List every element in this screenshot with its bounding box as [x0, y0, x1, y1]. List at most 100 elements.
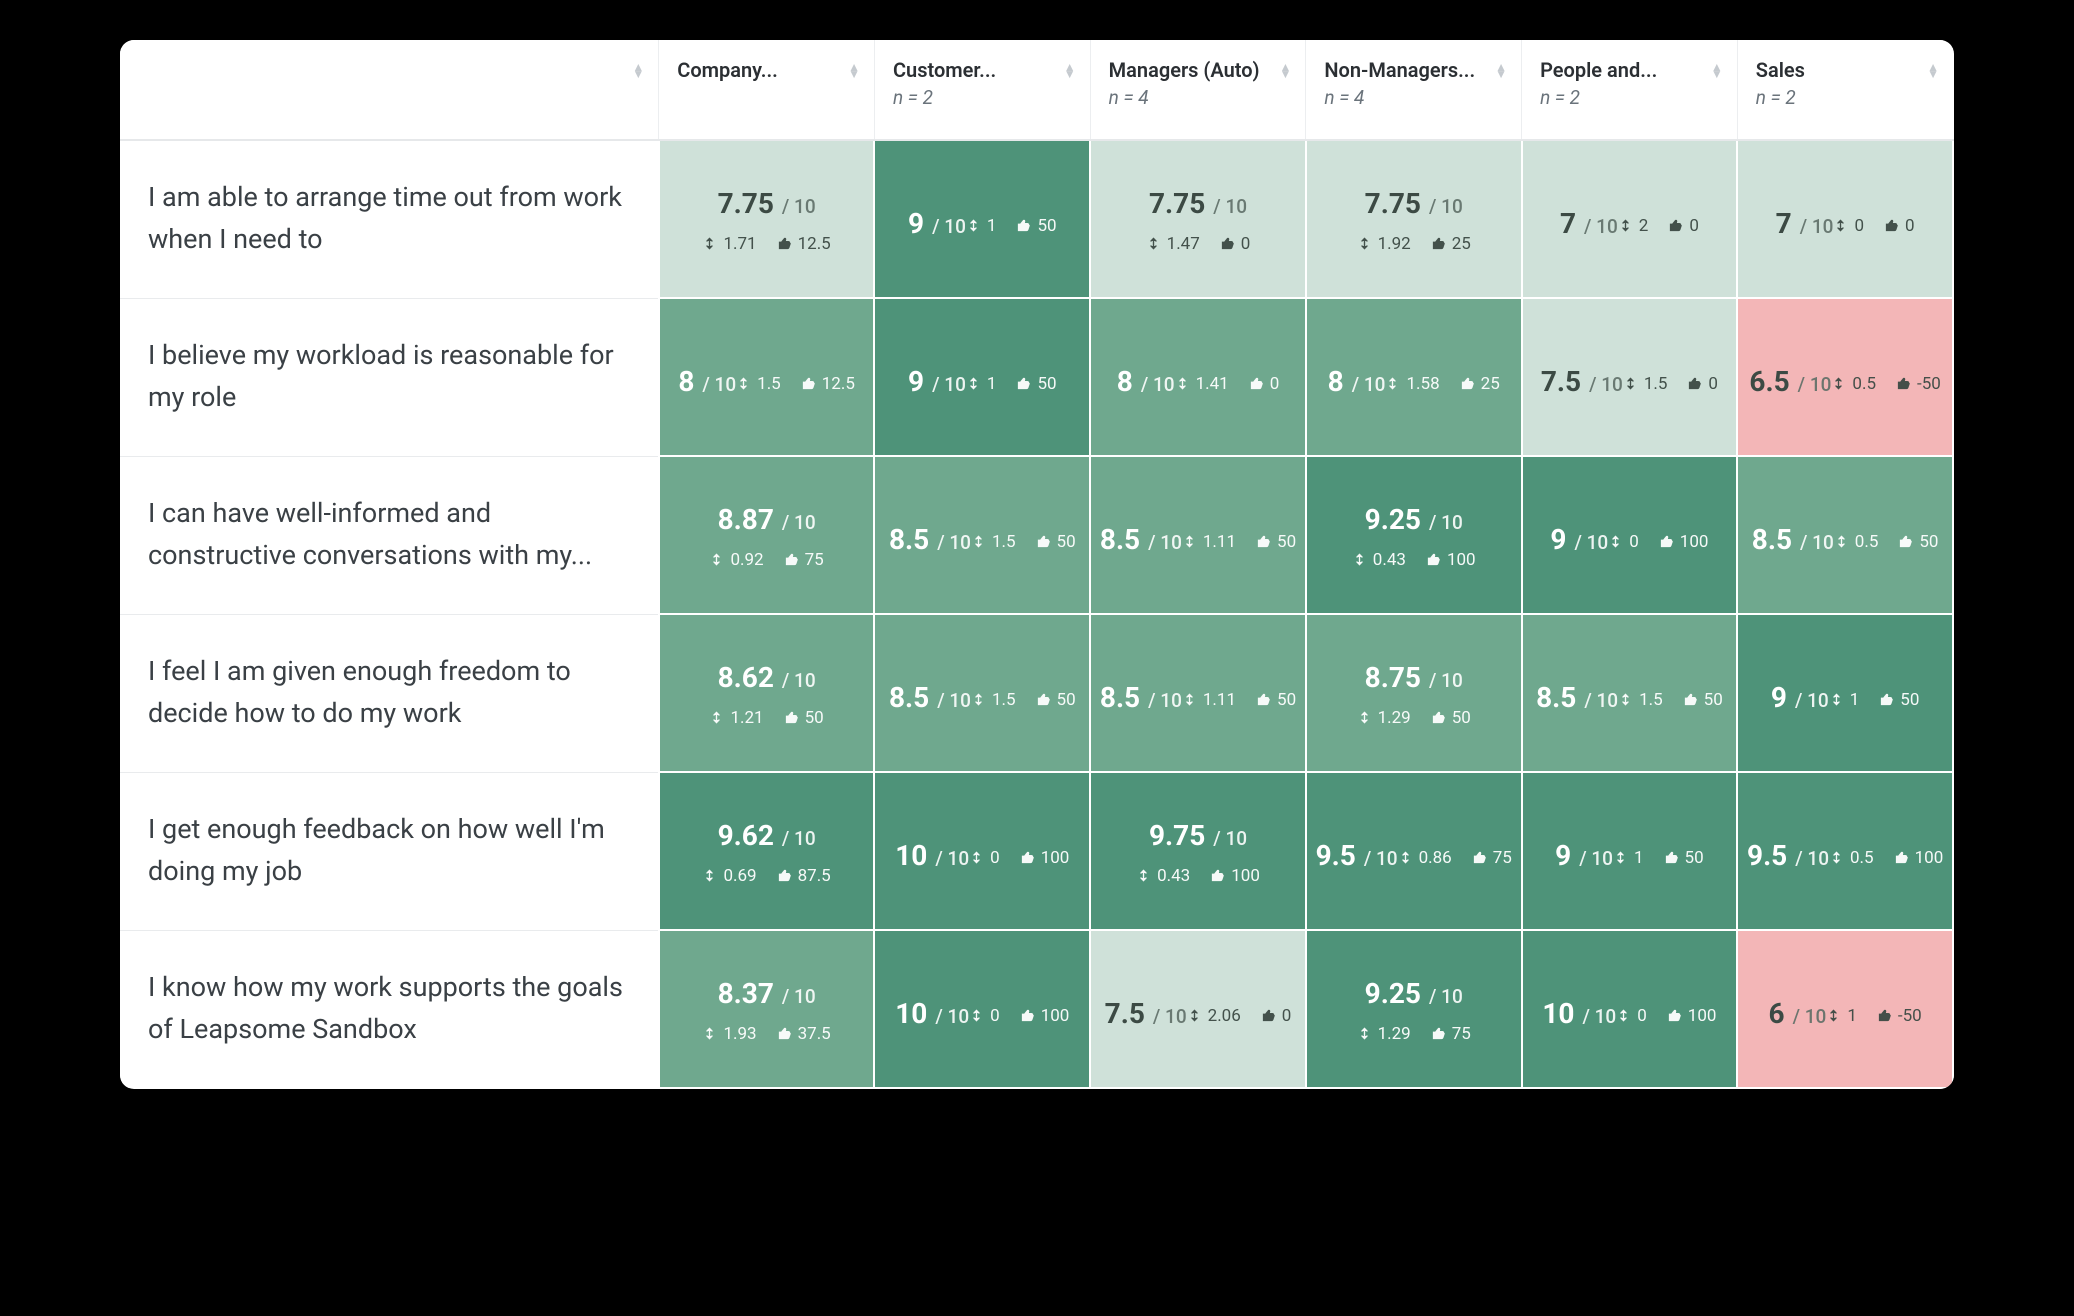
cell-metrics: 0.6987.5 [702, 866, 830, 886]
heatmap-cell[interactable]: 8.5/ 101.1150 [1090, 456, 1306, 614]
heatmap-cell[interactable]: 9/ 10150 [874, 298, 1090, 456]
heatmap-cell[interactable]: 8.37/ 101.9337.5 [659, 930, 875, 1088]
cell-score: 8/ 10 [1117, 365, 1175, 398]
heatmap-cell[interactable]: 8.5/ 101.550 [874, 614, 1090, 772]
column-label: Managers (Auto) [1109, 58, 1260, 82]
spread-metric: 0 [969, 848, 1000, 868]
heatmap-cell[interactable]: 7.75/ 101.7112.5 [659, 140, 875, 298]
sort-icon[interactable]: ▲▼ [1711, 64, 1723, 78]
heatmap-cell[interactable]: 8.5/ 101.550 [1522, 614, 1738, 772]
cell-metrics: 1.5825 [1385, 374, 1499, 394]
thumbs-up-icon [1683, 692, 1698, 707]
thumbs-metric: 50 [1664, 848, 1704, 868]
sort-icon[interactable]: ▲▼ [632, 64, 644, 78]
column-header[interactable]: Sales▲▼n = 2 [1737, 40, 1953, 140]
heatmap-cell[interactable]: 9/ 100100 [1522, 456, 1738, 614]
heatmap-cell[interactable]: 8/ 101.410 [1090, 298, 1306, 456]
heatmap-cell[interactable]: 9.62/ 100.6987.5 [659, 772, 875, 930]
heatmap-cell[interactable]: 7.5/ 102.060 [1090, 930, 1306, 1088]
spread-icon [1831, 376, 1846, 391]
spread-metric: 1 [1613, 848, 1644, 868]
thumbs-up-icon [1256, 534, 1271, 549]
heatmap-table: ▲▼Company...▲▼Customer...▲▼n = 2Managers… [120, 40, 1954, 1089]
cell-score: 8.5/ 10 [1100, 681, 1182, 714]
spread-metric: 0.69 [702, 866, 756, 886]
heatmap-cell[interactable]: 10/ 100100 [874, 772, 1090, 930]
table-row: I know how my work supports the goals of… [120, 930, 1953, 1088]
column-n: n = 4 [1324, 86, 1507, 109]
spread-icon [1833, 218, 1848, 233]
thumbs-up-icon [1249, 376, 1264, 391]
heatmap-cell[interactable]: 9/ 10150 [874, 140, 1090, 298]
sort-icon[interactable]: ▲▼ [1279, 64, 1291, 78]
row-label: I get enough feedback on how well I'm do… [120, 772, 659, 930]
column-header[interactable]: Company...▲▼ [659, 40, 875, 140]
column-header[interactable]: Managers (Auto)▲▼n = 4 [1090, 40, 1306, 140]
thumbs-metric: 75 [1472, 848, 1512, 868]
thumbs-metric: 50 [1016, 216, 1056, 236]
spread-metric: 0.5 [1829, 848, 1874, 868]
column-header[interactable]: People and...▲▼n = 2 [1522, 40, 1738, 140]
spread-metric: 0.43 [1136, 866, 1190, 886]
heatmap-cell[interactable]: 9.25/ 101.2975 [1306, 930, 1522, 1088]
row-label: I can have well-informed and constructiv… [120, 456, 659, 614]
cell-metrics: 1.550 [1618, 690, 1723, 710]
spread-icon [1829, 692, 1844, 707]
thumbs-up-icon [1472, 850, 1487, 865]
column-header-question[interactable]: ▲▼ [120, 40, 659, 140]
heatmap-cell[interactable]: 9.5/ 100.8675 [1306, 772, 1522, 930]
thumbs-up-icon [1884, 218, 1899, 233]
thumbs-up-icon [1261, 1008, 1276, 1023]
thumbs-up-icon [1664, 850, 1679, 865]
sort-icon[interactable]: ▲▼ [848, 64, 860, 78]
heatmap-cell[interactable]: 9.75/ 100.43100 [1090, 772, 1306, 930]
heatmap-cell[interactable]: 8.75/ 101.2950 [1306, 614, 1522, 772]
heatmap-cell[interactable]: 9/ 10150 [1737, 614, 1953, 772]
spread-metric: 1.41 [1175, 374, 1229, 394]
heatmap-cell[interactable]: 7.75/ 101.9225 [1306, 140, 1522, 298]
heatmap-cell[interactable]: 9.25/ 100.43100 [1306, 456, 1522, 614]
spread-metric: 2.06 [1187, 1006, 1241, 1026]
heatmap-cell[interactable]: 9.5/ 100.5100 [1737, 772, 1953, 930]
spread-icon [1187, 1008, 1202, 1023]
thumbs-metric: -50 [1877, 1006, 1922, 1026]
cell-metrics: 0.43100 [1352, 550, 1476, 570]
thumbs-up-icon [1898, 534, 1913, 549]
heatmap-cell[interactable]: 7/ 1000 [1737, 140, 1953, 298]
spread-icon [1385, 376, 1400, 391]
heatmap-cell[interactable]: 8.62/ 101.2150 [659, 614, 875, 772]
cell-metrics: 1.1150 [1182, 690, 1296, 710]
heatmap-cell[interactable]: 8.87/ 100.9275 [659, 456, 875, 614]
sort-icon[interactable]: ▲▼ [1495, 64, 1507, 78]
heatmap-cell[interactable]: 8/ 101.512.5 [659, 298, 875, 456]
sort-icon[interactable]: ▲▼ [1064, 64, 1076, 78]
heatmap-cell[interactable]: 10/ 100100 [1522, 930, 1738, 1088]
heatmap-cell[interactable]: 8.5/ 100.550 [1737, 456, 1953, 614]
thumbs-up-icon [1668, 218, 1683, 233]
cell-score: 10/ 10 [895, 997, 969, 1030]
heatmap-cell[interactable]: 7.5/ 101.50 [1522, 298, 1738, 456]
thumbs-up-icon [1016, 376, 1031, 391]
thumbs-metric: 25 [1460, 374, 1500, 394]
cell-metrics: 0.8675 [1398, 848, 1512, 868]
spread-metric: 0 [969, 1006, 1000, 1026]
heatmap-cell[interactable]: 7/ 1020 [1522, 140, 1738, 298]
spread-metric: 1.5 [736, 374, 781, 394]
heatmap-cell[interactable]: 6.5/ 100.5-50 [1737, 298, 1953, 456]
heatmap-cell[interactable]: 9/ 10150 [1522, 772, 1738, 930]
cell-metrics: 1.1150 [1182, 532, 1296, 552]
spread-icon [969, 1008, 984, 1023]
heatmap-cell[interactable]: 7.75/ 101.470 [1090, 140, 1306, 298]
heatmap-cell[interactable]: 6/ 101-50 [1737, 930, 1953, 1088]
heatmap-cell[interactable]: 8.5/ 101.1150 [1090, 614, 1306, 772]
heatmap-cell[interactable]: 8.5/ 101.550 [874, 456, 1090, 614]
sort-icon[interactable]: ▲▼ [1927, 64, 1939, 78]
column-header[interactable]: Non-Managers...▲▼n = 4 [1306, 40, 1522, 140]
column-header[interactable]: Customer...▲▼n = 2 [874, 40, 1090, 140]
heatmap-cell[interactable]: 10/ 100100 [874, 930, 1090, 1088]
heatmap-cell[interactable]: 8/ 101.5825 [1306, 298, 1522, 456]
thumbs-up-icon [1020, 850, 1035, 865]
thumbs-metric: 0 [1261, 1006, 1292, 1026]
cell-score: 8/ 10 [678, 365, 736, 398]
spread-icon [1357, 1026, 1372, 1041]
